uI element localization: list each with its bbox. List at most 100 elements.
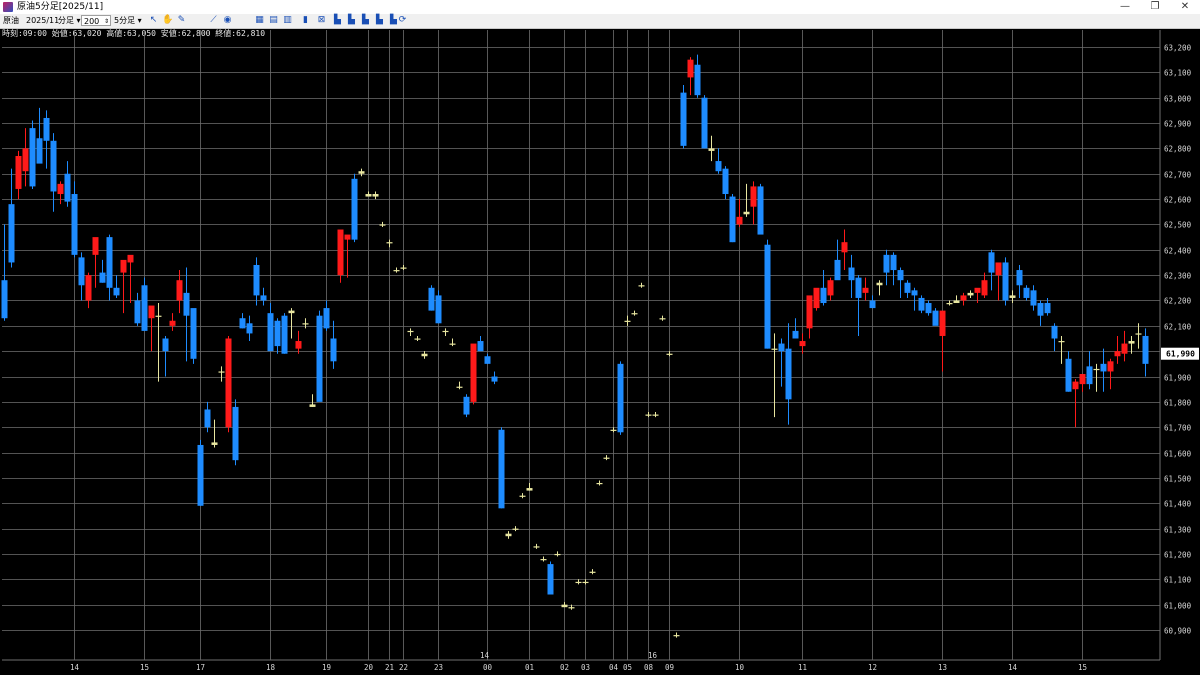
candle-body <box>225 338 232 428</box>
candle <box>162 335 169 377</box>
candle <box>757 183 764 235</box>
candle <box>792 318 799 339</box>
candle <box>827 277 834 301</box>
candle-body <box>120 259 127 273</box>
candle-body <box>1079 373 1086 385</box>
candle <box>64 161 71 207</box>
candle <box>967 290 974 298</box>
candle-body <box>1135 333 1142 335</box>
candle-body <box>533 546 540 548</box>
candle-body <box>274 320 281 347</box>
candle <box>239 313 246 329</box>
candle-body <box>484 356 491 364</box>
candle <box>540 556 547 562</box>
candle-body <box>862 287 869 293</box>
candle-body <box>92 237 99 255</box>
candle <box>1051 323 1058 352</box>
candle-body <box>183 292 190 316</box>
candle <box>421 351 428 359</box>
candle-body <box>897 270 904 281</box>
candle-body <box>638 285 645 287</box>
candle <box>344 234 351 278</box>
candle <box>1058 335 1065 364</box>
candle-body <box>246 323 253 334</box>
candle <box>918 295 925 314</box>
candle-body <box>575 581 582 584</box>
candle-body <box>113 287 120 296</box>
candle-body <box>652 414 659 416</box>
y-tick-label: 60,900 <box>1164 627 1192 636</box>
candle-body <box>918 297 925 311</box>
candle <box>932 308 939 326</box>
candle <box>897 267 904 298</box>
candle-body <box>820 287 827 304</box>
date-label: 14 <box>480 651 490 660</box>
candle <box>330 320 337 369</box>
last-price-label: 61,990 <box>1166 350 1195 359</box>
candle <box>491 371 498 385</box>
candle <box>43 110 50 169</box>
candle-body <box>988 252 995 273</box>
candle-body <box>694 64 701 96</box>
candle-body <box>554 553 561 556</box>
candle <box>575 579 582 585</box>
candle-body <box>218 371 225 373</box>
candle-body <box>1142 335 1149 364</box>
candle <box>631 310 638 316</box>
candle <box>260 287 267 306</box>
candle-body <box>1016 270 1023 286</box>
candle <box>99 259 106 283</box>
candle <box>148 305 155 352</box>
candle-body <box>1114 351 1121 357</box>
candle-body <box>64 173 71 202</box>
candle <box>596 480 603 486</box>
candle-body <box>190 308 197 359</box>
candle <box>435 290 442 324</box>
candle <box>813 287 820 311</box>
candle <box>533 543 540 549</box>
candle-body <box>757 186 764 235</box>
candle <box>386 239 393 248</box>
candle-body <box>78 257 85 286</box>
candle-body <box>407 330 414 333</box>
candle-body <box>351 178 358 240</box>
candle-body <box>344 234 351 240</box>
x-tick-label: 18 <box>266 663 276 672</box>
candle-body <box>925 303 932 314</box>
candle <box>743 183 750 217</box>
x-tick-label: 15 <box>1078 663 1087 672</box>
candle <box>372 191 379 200</box>
candle <box>1030 285 1037 311</box>
candle-body <box>106 237 113 288</box>
candle <box>995 262 1002 301</box>
candle-body <box>442 330 449 333</box>
candle <box>1142 328 1149 377</box>
candle <box>554 551 561 557</box>
candle-body <box>393 270 400 272</box>
candle <box>764 239 771 349</box>
candle <box>904 280 911 298</box>
candle-body <box>778 343 785 352</box>
candle-body <box>449 343 456 345</box>
candle-body <box>911 290 918 296</box>
candle <box>36 107 43 164</box>
candle-body <box>792 330 799 339</box>
candle-body <box>148 305 155 319</box>
candles <box>1 54 1149 638</box>
candle <box>750 181 757 225</box>
candle <box>351 173 358 243</box>
candlestick-chart[interactable]: 63,200 63,100 63,000 62,900 62,800 62,700 62,6… <box>0 0 1200 675</box>
candle-body <box>400 267 407 269</box>
candle <box>274 318 281 354</box>
candle <box>1016 264 1023 298</box>
y-tick-label: 61,200 <box>1164 551 1192 560</box>
candle <box>876 280 883 296</box>
candle-body <box>1058 341 1065 343</box>
x-tick-label: 19 <box>322 663 331 672</box>
candle <box>141 277 148 331</box>
candle <box>729 194 736 243</box>
candle <box>862 277 869 301</box>
candle-body <box>477 341 484 352</box>
candle-body <box>806 295 813 329</box>
candle <box>449 338 456 347</box>
